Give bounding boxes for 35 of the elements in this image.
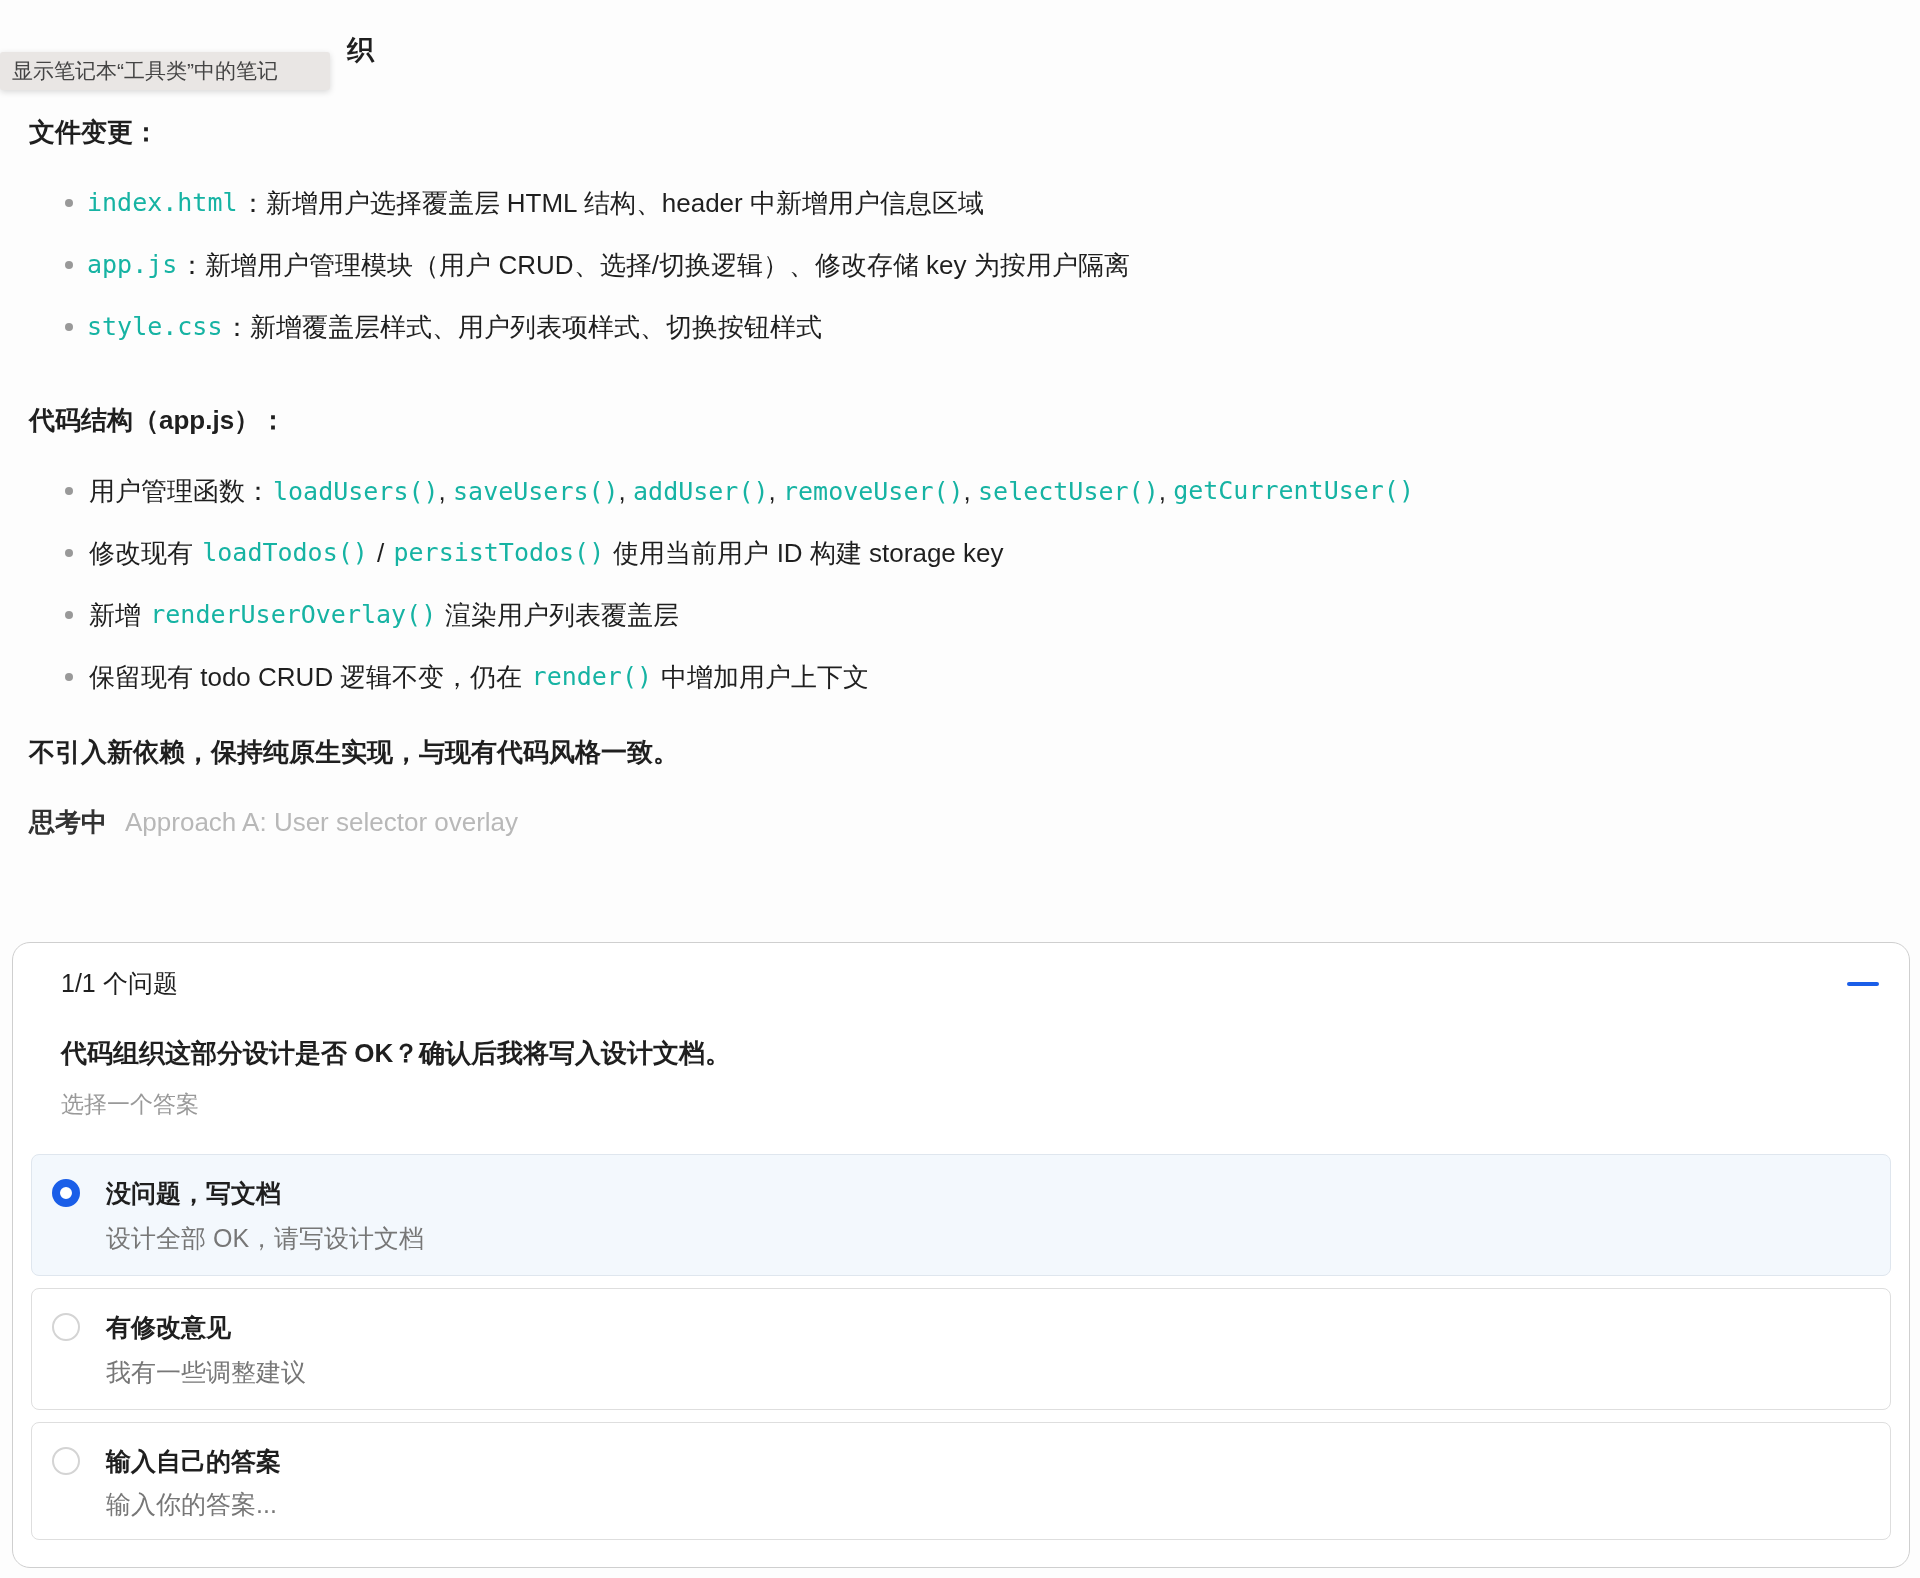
bullet-icon — [65, 199, 73, 207]
option-description: 设计全部 OK，请写设计文档 — [106, 1223, 425, 1254]
option-title: 输入自己的答案 — [106, 1446, 282, 1477]
question-text: 代码组织这部分设计是否 OK？确认后我将写入设计文档。 — [61, 1037, 733, 1070]
hint-text: 选择一个答案 — [61, 1090, 200, 1119]
thinking-text: Approach A: User selector overlay — [125, 806, 519, 839]
bullet-icon — [65, 549, 73, 557]
answer-option[interactable]: 有修改意见 我有一些调整建议 — [31, 1288, 1891, 1410]
collapse-icon[interactable] — [1847, 981, 1879, 986]
question-counter: 1/1 个问题 — [61, 968, 178, 999]
bullet-icon — [65, 487, 73, 495]
bullet-icon — [65, 673, 73, 681]
list-text: 用户管理函数：loadUsers(), saveUsers(), addUser(), removeUser(), selectUser(), getCurrentUser() — [88, 475, 1414, 508]
list-text: style.css：新增覆盖层样式、用户列表项样式、切换按钮样式 — [87, 311, 824, 344]
section-title: 代码结构（app.js）： — [29, 404, 288, 437]
list-text: 保留现有 todo CRUD 逻辑不变，仍在 render() 中增加用户上下文 — [88, 661, 871, 694]
section-heading: 织 — [347, 34, 376, 67]
answer-option[interactable]: 没问题，写文档 设计全部 OK，请写设计文档 — [31, 1154, 1891, 1276]
list-text: app.js：新增用户管理模块（用户 CRUD、选择/切换逻辑）、修改存储 key 为按用户隔离 — [87, 249, 1131, 282]
option-title: 没问题，写文档 — [106, 1178, 282, 1209]
list-text: 新增 renderUserOverlay() 渲染用户列表覆盖层 — [88, 599, 681, 632]
option-description: 我有一些调整建议 — [106, 1357, 306, 1388]
section-title: 文件变更： — [29, 116, 160, 149]
list-text: index.html：新增用户选择覆盖层 HTML 结构、header 中新增用户信息区域 — [87, 187, 985, 220]
answer-input[interactable]: 输入你的答案... — [106, 1490, 706, 1519]
bullet-icon — [65, 261, 73, 269]
radio-button[interactable] — [52, 1179, 80, 1207]
thinking-label: 思考中 — [29, 806, 107, 839]
bullet-icon — [65, 323, 73, 331]
bullet-icon — [65, 611, 73, 619]
option-title: 有修改意见 — [106, 1312, 232, 1343]
closing-text: 不引入新依赖，保持纯原生实现，与现有代码风格一致。 — [29, 736, 680, 769]
tooltip: 显示笔记本“工具类”中的笔记 — [0, 52, 330, 90]
answer-option[interactable]: 输入自己的答案 输入你的答案... — [31, 1422, 1891, 1540]
list-text: 修改现有 loadTodos() / persistTodos() 使用当前用户 ID 构建 storage key — [88, 537, 1005, 570]
